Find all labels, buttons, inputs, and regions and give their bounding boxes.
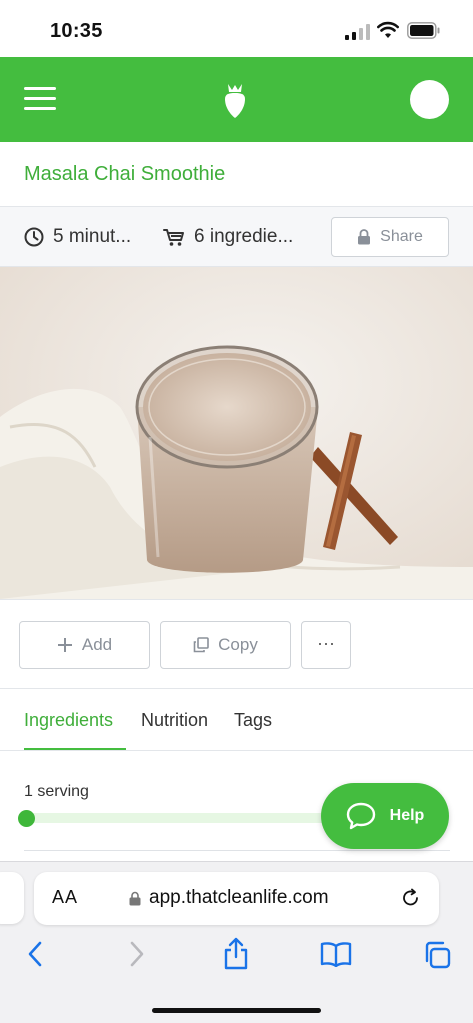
forward-arrow-icon[interactable]	[128, 939, 146, 969]
lock-icon	[358, 229, 371, 245]
cellular-signal-icon	[345, 24, 370, 40]
tabs-icon[interactable]	[423, 941, 451, 969]
recipe-tabs: Ingredients Nutrition Tags	[0, 689, 473, 751]
more-options-button[interactable]: ···	[301, 621, 351, 669]
action-bar: Add Copy ···	[0, 599, 473, 689]
serving-slider-thumb[interactable]	[18, 810, 35, 827]
ingredients-count: 6 ingredie...	[163, 226, 293, 248]
lock-icon	[129, 891, 141, 906]
wifi-icon	[377, 21, 399, 38]
text-size-label: AA	[52, 887, 79, 907]
battery-icon	[407, 22, 440, 39]
cart-icon	[163, 229, 184, 246]
status-bar: 10:35	[0, 0, 473, 57]
add-button[interactable]: Add	[19, 621, 150, 669]
serving-label: 1 serving	[24, 783, 89, 800]
strawberry-logo-icon[interactable]	[222, 81, 248, 119]
divider	[24, 850, 450, 851]
share-button[interactable]: Share	[331, 217, 449, 257]
add-label: Add	[81, 635, 113, 654]
tab-nutrition[interactable]: Nutrition	[141, 710, 208, 731]
browser-toolbar: AA app.thatcleanlife.com	[0, 861, 473, 1023]
active-tab-indicator	[24, 748, 126, 750]
status-time: 10:35	[50, 20, 103, 42]
copy-icon	[193, 637, 209, 653]
bookmarks-icon[interactable]	[320, 941, 352, 967]
clock-icon	[24, 227, 44, 247]
help-button[interactable]: Help	[321, 783, 449, 849]
help-label: Help	[389, 807, 425, 824]
chat-bubble-icon	[346, 802, 375, 830]
tab-tags[interactable]: Tags	[234, 710, 272, 731]
user-avatar[interactable]	[410, 80, 449, 119]
text-size-button[interactable]: AA	[52, 887, 78, 908]
copy-label: Copy	[218, 635, 258, 654]
hamburger-icon[interactable]	[24, 87, 57, 111]
plus-icon	[57, 638, 72, 652]
app-header	[0, 57, 473, 142]
url-text: app.thatcleanlife.com	[149, 887, 329, 908]
previous-tab-peek[interactable]	[0, 872, 24, 924]
title-row: Masala Chai Smoothie	[0, 142, 473, 207]
browser-nav-row	[0, 937, 473, 973]
recipe-meta-row: 5 minut... 6 ingredie... Share	[0, 207, 473, 267]
reload-icon[interactable]	[401, 888, 421, 908]
home-indicator	[152, 1008, 321, 1013]
tab-ingredients[interactable]: Ingredients	[24, 710, 113, 731]
copy-button[interactable]: Copy	[160, 621, 291, 669]
smoothie-image	[0, 267, 473, 599]
share-label: Share	[380, 228, 423, 245]
recipe-title: Masala Chai Smoothie	[24, 163, 226, 185]
prep-time: 5 minut...	[24, 226, 131, 248]
prep-time-text: 5 minut...	[53, 226, 132, 247]
address-bar[interactable]: AA app.thatcleanlife.com	[34, 872, 439, 925]
ingredients-count-text: 6 ingredie...	[194, 226, 294, 247]
share-icon[interactable]	[222, 937, 250, 971]
back-arrow-icon[interactable]	[26, 939, 44, 969]
ellipsis-icon: ···	[317, 632, 335, 653]
recipe-photo	[0, 267, 473, 599]
serving-slider-track[interactable]	[26, 813, 336, 823]
